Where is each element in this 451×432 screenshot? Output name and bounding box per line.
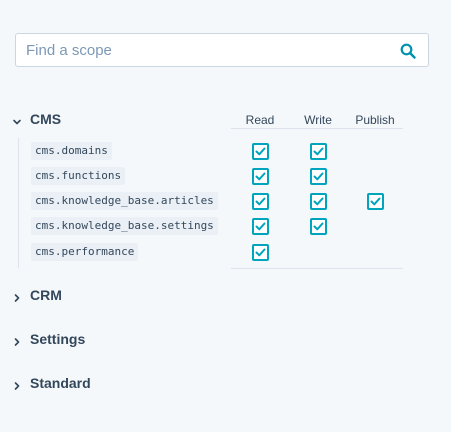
search-input[interactable] bbox=[16, 34, 386, 66]
scope-row: cms.performance bbox=[0, 240, 451, 265]
section-cms[interactable]: CMS bbox=[12, 108, 61, 130]
column-header-read: Read bbox=[245, 113, 275, 127]
scope-name: cms.knowledge_base.settings bbox=[31, 217, 218, 235]
header-divider bbox=[231, 128, 403, 129]
read-checkbox[interactable] bbox=[252, 168, 269, 185]
scope-row: cms.knowledge_base.settings bbox=[0, 214, 451, 239]
column-header-write: Write bbox=[304, 113, 332, 127]
publish-checkbox[interactable] bbox=[367, 193, 384, 210]
chevron-right-icon bbox=[12, 334, 22, 346]
scope-name: cms.domains bbox=[31, 142, 112, 160]
write-checkbox[interactable] bbox=[310, 168, 327, 185]
section-title: Standard bbox=[30, 375, 91, 391]
scope-name: cms.performance bbox=[31, 243, 139, 261]
scope-name: cms.knowledge_base.articles bbox=[31, 192, 218, 210]
search-icon[interactable] bbox=[400, 43, 416, 59]
search-box[interactable] bbox=[15, 33, 429, 67]
scope-row: cms.knowledge_base.articles bbox=[0, 189, 451, 214]
read-checkbox[interactable] bbox=[252, 193, 269, 210]
section-title: Settings bbox=[30, 331, 86, 347]
chevron-right-icon bbox=[12, 290, 22, 302]
scope-row: cms.domains bbox=[0, 139, 451, 164]
column-header-publish: Publish bbox=[355, 113, 395, 127]
write-checkbox[interactable] bbox=[310, 218, 327, 235]
write-checkbox[interactable] bbox=[310, 193, 327, 210]
chevron-right-icon bbox=[12, 378, 22, 390]
table-bottom-divider bbox=[231, 268, 403, 269]
write-checkbox[interactable] bbox=[310, 143, 327, 160]
section-standard[interactable]: Standard bbox=[12, 372, 91, 394]
scope-row: cms.functions bbox=[0, 164, 451, 189]
read-checkbox[interactable] bbox=[252, 218, 269, 235]
scope-name: cms.functions bbox=[31, 167, 126, 185]
section-title: CMS bbox=[30, 111, 62, 127]
read-checkbox[interactable] bbox=[252, 244, 269, 261]
section-title: CRM bbox=[30, 287, 62, 303]
read-checkbox[interactable] bbox=[252, 143, 269, 160]
section-settings[interactable]: Settings bbox=[12, 328, 85, 350]
chevron-down-icon bbox=[12, 114, 22, 125]
section-crm[interactable]: CRM bbox=[12, 284, 62, 306]
